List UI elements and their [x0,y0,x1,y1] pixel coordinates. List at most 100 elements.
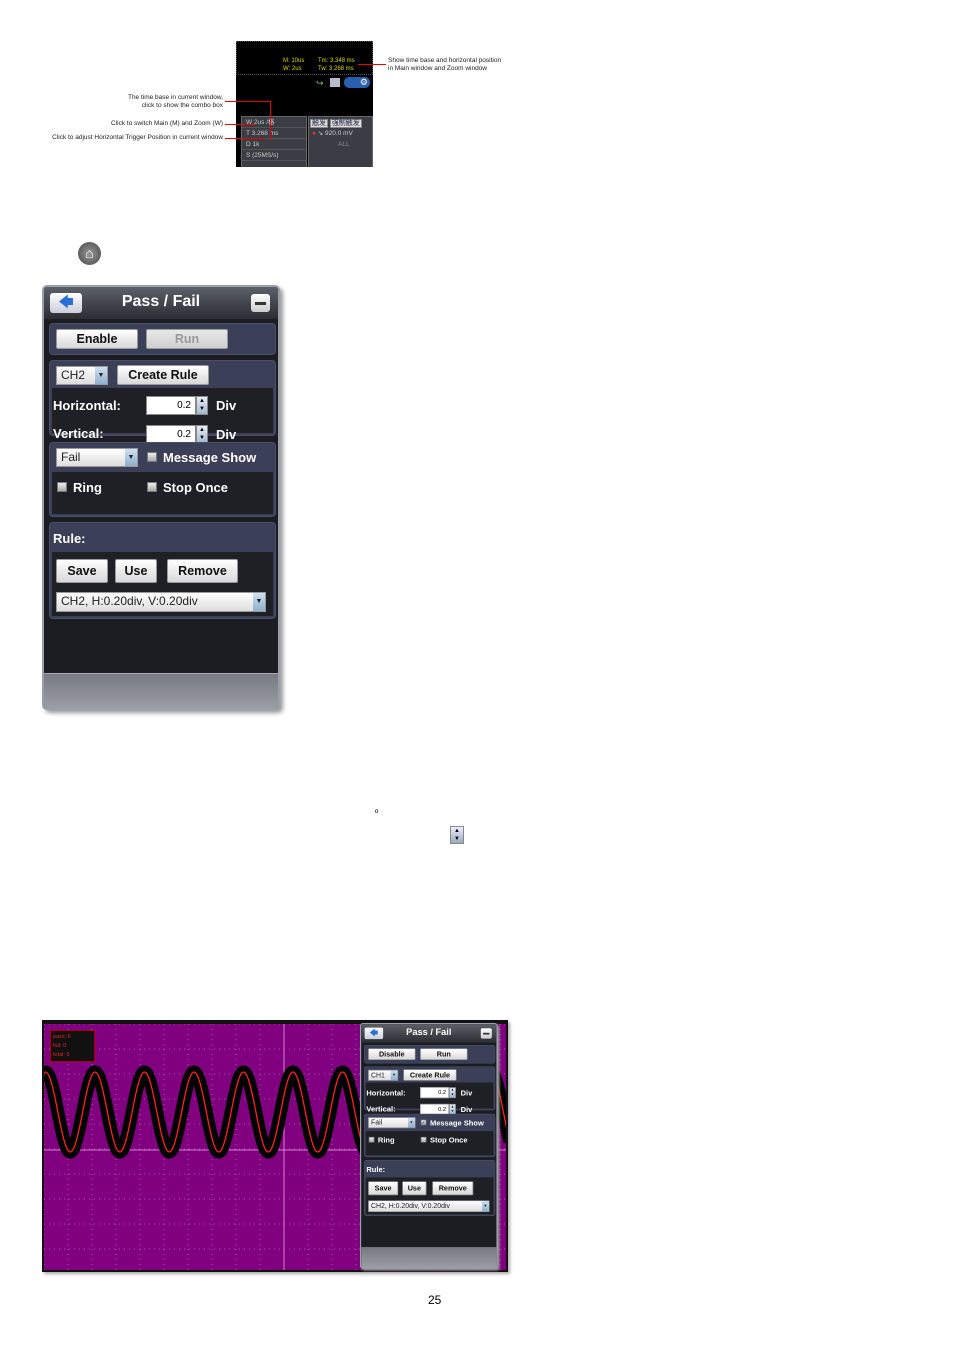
minimize-button[interactable] [480,1028,492,1039]
horizontal-label: Horizontal: [366,1088,406,1097]
trigger-box[interactable]: 触发 强制触发 ● ↘ 920.0 mV ALL [308,116,373,167]
unit-label: Div [460,1105,473,1114]
chevron-down-icon: ▼ [407,1117,415,1128]
message-show-checkbox[interactable] [147,452,157,462]
control-section: Enable Run [49,323,276,355]
trigger-tab[interactable]: 触发 [310,119,328,128]
annotation-trigger-position: Click to adjust Horizontal Trigger Posit… [52,134,223,141]
callout-line [225,124,255,125]
use-button[interactable]: Use [115,559,157,583]
save-icon[interactable] [330,78,340,87]
horizontal-input[interactable]: 0.2 [146,396,196,415]
main-timebase: M: 10us [283,58,305,64]
save-button[interactable]: Save [368,1181,399,1196]
fail-count: fail: 0 [53,1043,67,1049]
panel-footer [361,1247,497,1268]
pass-fail-counter: pass: 6 fail: 0 total: 6 [50,1030,95,1062]
settings-icon[interactable]: ⚙ [344,77,370,88]
ring-checkbox[interactable] [368,1136,375,1143]
spinner-icon: ▲ ▼ [450,826,464,844]
rule-label: Rule: [53,531,86,546]
ring-label: Ring [73,480,102,495]
save-button[interactable]: Save [56,559,108,583]
rule-section: Rule: Save Use Remove CH2, H:0.20div, V:… [364,1159,496,1217]
chevron-down-icon: ▼ [390,1070,398,1081]
degree-mark: º [375,808,379,818]
enable-button[interactable]: Disable [368,1048,416,1060]
depth-row: D 1k [242,139,306,150]
pass-fail-panel: 🡄 Pass / Fail Enable Run CH2 ▼ Create Rul… [42,285,280,710]
pass-fail-panel-running: 🡄 Pass / Fail Disable Run CH1 ▼ Create Ru… [360,1023,498,1269]
output-select[interactable]: Fail ▼ [368,1117,416,1129]
pass-count: pass: 6 [53,1034,71,1040]
enable-button[interactable]: Enable [56,329,138,349]
remove-button[interactable]: Remove [432,1181,474,1196]
message-show-checkbox[interactable]: ✓ [420,1119,427,1126]
run-button[interactable]: Run [146,329,228,349]
control-section: Disable Run [364,1044,496,1064]
rule-section: Rule: Save Use Remove CH2, H:0.20div, V:… [49,522,276,619]
stop-once-checkbox[interactable] [420,1136,427,1143]
run-button[interactable]: Run [420,1048,468,1060]
page-number: 25 [428,1293,442,1307]
rule-select[interactable]: CH2, H:0.20div, V:0.20div ▼ [368,1200,490,1213]
rule-label: Rule: [366,1165,386,1174]
scope-screenshot: M: 10us W: 2us Tm: 3.348 ms Tw: 3.268 ms… [236,41,373,167]
panel-title: Pass / Fail [121,293,201,310]
rule-select[interactable]: CH2, H:0.20div, V:0.20div ▼ [56,592,266,612]
trigger-mode: ALL [338,141,350,148]
remove-button[interactable]: Remove [167,559,238,583]
channel-select[interactable]: CH1 ▼ [368,1069,399,1081]
stop-once-checkbox[interactable] [147,482,157,492]
horizontal-label: Horizontal: [53,398,121,413]
horizontal-stepper[interactable]: ▲ ▼ [196,396,208,415]
vertical-label: Vertical: [366,1104,396,1114]
message-show-label: Message Show [163,450,257,465]
vertical-label: Vertical: [53,426,104,441]
panel-header: 🡄 Pass / Fail [361,1024,497,1043]
callout-line [225,101,271,102]
callout-line [358,64,386,65]
main-position: Tm: 3.348 ms [318,58,355,64]
force-trigger-tab[interactable]: 强制触发 [329,119,362,128]
ring-label: Ring [377,1135,395,1145]
timebase-row[interactable]: W 2us /格 [242,117,306,128]
home-icon[interactable]: ⌂ [78,242,101,265]
output-select[interactable]: Fail ▼ [56,448,138,467]
run-icon[interactable]: ↪ [316,78,324,89]
annotation-time-position: Show time base and horizontal position in… [388,57,502,72]
panel-title: Pass / Fail [406,1027,452,1038]
output-section: Fail ▼ Message Show Ring Stop Once [49,442,276,517]
minimize-button[interactable] [251,294,270,312]
stop-once-label: Stop Once [163,480,229,495]
ring-checkbox[interactable] [57,482,67,492]
message-show-label: Message Show [429,1118,484,1128]
rule-settings-section: CH2 ▼ Create Rule Horizontal: 0.2 ▲ ▼ Div … [49,360,276,444]
rule-settings-section: CH1 ▼ Create Rule Horizontal: 0.2 ▲ ▼ Div … [364,1066,496,1115]
horizontal-stepper[interactable]: ▲ ▼ [449,1087,456,1099]
chevron-down-icon: ▼ [481,1201,489,1212]
horizontal-input[interactable]: 0.2 [420,1087,450,1099]
chevron-down-icon: ▼ [95,367,107,384]
zoom-timebase: W: 2us [283,66,302,72]
panel-header: 🡄 Pass / Fail [44,287,278,319]
create-rule-button[interactable]: Create Rule [403,1069,457,1081]
unit-label: Div [216,398,237,413]
zoom-position: Tw: 3.268 ms [318,66,354,72]
chevron-down-icon: ▼ [253,593,265,611]
channel-select[interactable]: CH2 ▼ [56,366,108,385]
unit-label: Div [216,427,237,442]
panel-footer [44,673,278,708]
use-button[interactable]: Use [402,1181,427,1196]
total-count: total: 6 [53,1052,70,1058]
annotation-timebase: The time base in current window, click to… [127,94,223,109]
annotation-switch: Click to switch Main (M) and Zoom (W) [111,120,223,127]
trigger-level: 920.0 mV [325,130,353,137]
sample-rate-row: S (25MS/s) [242,150,306,161]
callout-line [225,138,265,139]
unit-label: Div [460,1088,473,1097]
callout-line [270,101,271,140]
create-rule-button[interactable]: Create Rule [117,365,209,385]
stop-once-label: Stop Once [429,1135,468,1145]
output-section: Fail ▼ ✓ Message Show Ring Stop Once [364,1113,496,1158]
